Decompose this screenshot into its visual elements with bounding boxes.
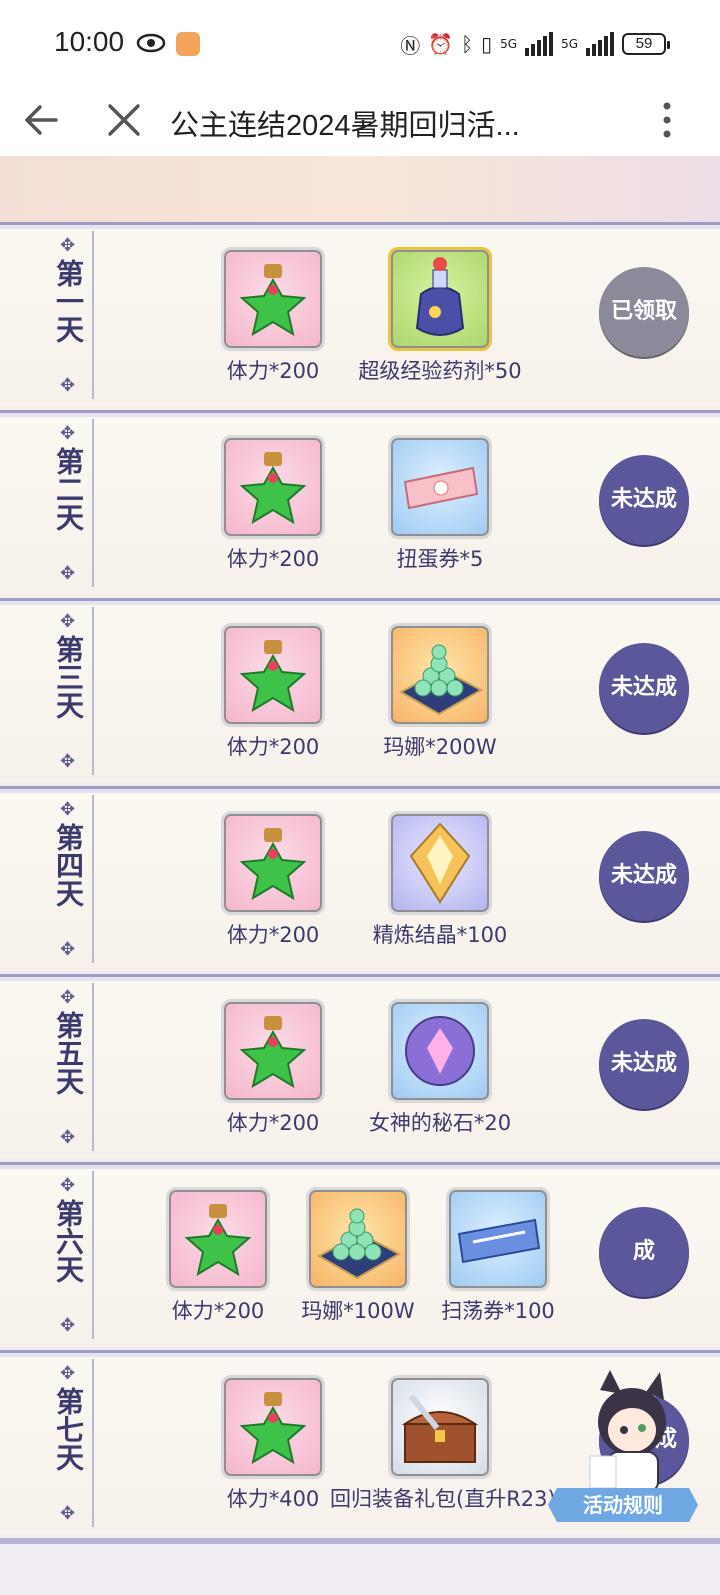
activity-rules-label: 活动规则 (548, 1488, 698, 1522)
club-ornament-icon: ✥ (60, 939, 76, 960)
club-ornament-icon: ✥ (60, 1175, 76, 1196)
day-label: 第一天 (52, 259, 85, 343)
vibrate-icon: ▯ (481, 32, 493, 56)
not-achieved-status-button[interactable]: 未达成 (599, 455, 689, 545)
reward-label: 女神的秘石*20 (368, 1111, 512, 1135)
club-ornament-icon: ✥ (60, 423, 76, 444)
club-ornament-icon: ✥ (60, 1127, 76, 1148)
day-label: 第六天 (52, 1199, 85, 1283)
stamina-potion-icon[interactable] (221, 435, 325, 539)
more-options-icon[interactable] (660, 98, 674, 142)
reward-row: ✥ 第一天 ✥ 体力*200 超级经验药剂*50 已领取 (0, 222, 720, 416)
eye-icon (136, 33, 166, 53)
not-achieved-status-button[interactable]: 未达成 (599, 643, 689, 733)
goddess-stone-icon[interactable] (388, 999, 492, 1103)
status-indicators: Ⓝ ⏰ ᛒ ▯ 5G 5G 59 (400, 28, 670, 60)
refine-crystal-icon[interactable] (388, 811, 492, 915)
event-content: ✥ 第一天 ✥ 体力*200 超级经验药剂*50 已领取 ✥ 第二天 ✥ 体力*200 扭蛋券*5 未… (0, 156, 720, 1595)
club-ornament-icon: ✥ (60, 799, 76, 820)
browser-nav-bar: 公主连结2024暑期回归活... (0, 88, 720, 156)
gacha-ticket-icon[interactable] (388, 435, 492, 539)
day-column: ✥ 第一天 ✥ (44, 231, 94, 399)
signal-2-icon (586, 32, 614, 56)
mana-icon[interactable] (388, 623, 492, 727)
day-column: ✥ 第二天 ✥ (44, 419, 94, 587)
day-label: 第三天 (52, 635, 85, 719)
reward-label: 回归装备礼包(直升R23) (330, 1487, 556, 1511)
clock: 10:00 (54, 26, 125, 57)
club-ornament-icon: ✥ (60, 1363, 76, 1384)
super-exp-potion-icon[interactable] (388, 247, 492, 351)
club-ornament-icon: ✥ (60, 1503, 76, 1524)
reward-label: 扫荡券*100 (441, 1299, 555, 1323)
signal-1-icon (525, 32, 554, 56)
status-bar: 10:00 Ⓝ ⏰ ᛒ ▯ 5G 5G 59 (0, 0, 720, 88)
reward-row: ✥ 第三天 ✥ 体力*200 玛娜*200W 未达成 (0, 598, 720, 792)
club-ornament-icon: ✥ (60, 235, 76, 256)
reward-row: ✥ 第五天 ✥ 体力*200 女神的秘石*20 未达成 (0, 974, 720, 1168)
day-column: ✥ 第七天 ✥ (44, 1359, 94, 1527)
battery-icon: 59 (622, 33, 670, 55)
reward-label: 玛娜*200W (383, 735, 497, 759)
club-ornament-icon: ✥ (60, 611, 76, 632)
page-title: 公主连结2024暑期回归活... (170, 110, 520, 142)
stamina-potion-icon[interactable] (221, 1375, 325, 1479)
equipment-chest-icon[interactable] (388, 1375, 492, 1479)
stamina-potion-icon[interactable] (166, 1187, 270, 1291)
club-ornament-icon: ✥ (60, 563, 76, 584)
day-label: 第四天 (52, 823, 85, 907)
day-column: ✥ 第四天 ✥ (44, 795, 94, 963)
bluetooth-icon: ᛒ (461, 32, 474, 56)
day-label: 第七天 (52, 1387, 85, 1471)
club-ornament-icon: ✥ (60, 751, 76, 772)
activity-rules-button[interactable]: 活动规则 (548, 1370, 698, 1530)
signal-2-label: 5G (561, 37, 578, 51)
mana-icon[interactable] (306, 1187, 410, 1291)
alarm-icon: ⏰ (428, 32, 454, 56)
not-achieved-status-button[interactable]: 未达成 (599, 1019, 689, 1109)
stamina-potion-icon[interactable] (221, 999, 325, 1103)
reward-row: ✥ 第四天 ✥ 体力*200 精炼结晶*100 未达成 (0, 786, 720, 980)
reward-label: 超级经验药剂*50 (358, 359, 522, 383)
stamina-potion-icon[interactable] (221, 623, 325, 727)
day-label: 第二天 (52, 447, 85, 531)
club-ornament-icon: ✥ (60, 987, 76, 1008)
reward-row: ✥ 第六天 ✥ 体力*200 玛娜*100W 扫荡券*100 成 (0, 1162, 720, 1356)
top-banner (0, 156, 720, 222)
not-achieved-status-button[interactable]: 未达成 (599, 831, 689, 921)
day-column: ✥ 第五天 ✥ (44, 983, 94, 1151)
not-achieved-status-button[interactable]: 成 (599, 1207, 689, 1297)
reward-row: ✥ 第二天 ✥ 体力*200 扭蛋券*5 未达成 (0, 410, 720, 604)
day-column: ✥ 第三天 ✥ (44, 607, 94, 775)
sweep-ticket-icon[interactable] (446, 1187, 550, 1291)
club-ornament-icon: ✥ (60, 375, 76, 396)
stamina-potion-icon[interactable] (221, 811, 325, 915)
nfc-icon: Ⓝ (400, 33, 421, 58)
back-arrow-icon[interactable] (20, 98, 64, 142)
app-notification-icon (176, 32, 200, 56)
claimed-status-button[interactable]: 已领取 (599, 267, 689, 357)
club-ornament-icon: ✥ (60, 1315, 76, 1336)
reward-label: 精炼结晶*100 (372, 923, 508, 947)
day-label: 第五天 (52, 1011, 85, 1095)
stamina-potion-icon[interactable] (221, 247, 325, 351)
day-column: ✥ 第六天 ✥ (44, 1171, 94, 1339)
reward-label: 扭蛋券*5 (396, 547, 484, 571)
signal-1-label: 5G (500, 37, 518, 51)
close-icon[interactable] (104, 98, 144, 142)
